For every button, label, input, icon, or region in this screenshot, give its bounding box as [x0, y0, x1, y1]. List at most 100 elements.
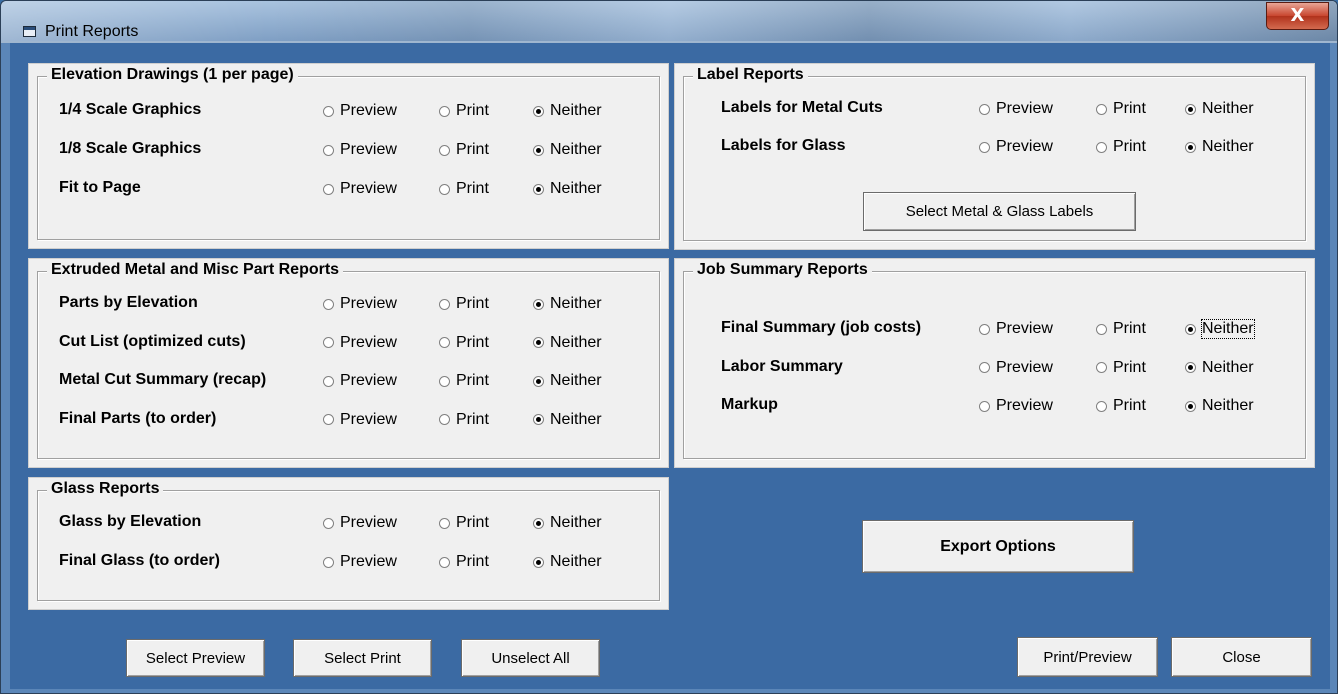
radio-button-icon[interactable]: [533, 144, 544, 156]
select-metal-glass-labels-button[interactable]: Select Metal & Glass Labels: [863, 192, 1136, 231]
radio-button-icon[interactable]: [323, 556, 334, 568]
radio-neither[interactable]: Neither: [1185, 397, 1254, 415]
radio-preview[interactable]: Preview: [979, 359, 1053, 377]
radio-neither[interactable]: Neither: [1185, 138, 1254, 156]
radio-print[interactable]: Print: [439, 553, 489, 571]
radio-print[interactable]: Print: [1096, 138, 1146, 156]
radio-print[interactable]: Print: [1096, 397, 1146, 415]
select-preview-button[interactable]: Select Preview: [126, 639, 265, 677]
radio-neither[interactable]: Neither: [1185, 359, 1254, 377]
radio-button-icon[interactable]: [323, 105, 334, 117]
radio-neither[interactable]: Neither: [533, 411, 602, 429]
print-preview-button[interactable]: Print/Preview: [1017, 637, 1158, 677]
radio-button-icon[interactable]: [1096, 323, 1107, 335]
radio-preview[interactable]: Preview: [979, 320, 1053, 338]
radio-label: Preview: [340, 102, 397, 119]
radio-button-icon[interactable]: [533, 183, 544, 195]
radio-button-icon[interactable]: [323, 375, 334, 387]
radio-neither[interactable]: Neither: [533, 180, 602, 198]
radio-label: Neither: [550, 410, 602, 428]
radio-button-icon[interactable]: [323, 183, 334, 195]
radio-button-icon[interactable]: [533, 337, 544, 348]
radio-button-icon[interactable]: [979, 362, 990, 373]
radio-button-icon[interactable]: [323, 144, 334, 156]
export-options-button[interactable]: Export Options: [862, 520, 1134, 573]
radio-preview[interactable]: Preview: [979, 397, 1053, 415]
radio-print[interactable]: Print: [439, 180, 489, 198]
radio-button-icon[interactable]: [533, 414, 544, 425]
radio-neither[interactable]: Neither: [1185, 100, 1254, 118]
radio-preview[interactable]: Preview: [323, 102, 397, 120]
radio-neither[interactable]: Neither: [533, 102, 602, 120]
radio-neither[interactable]: Neither: [533, 514, 602, 532]
radio-preview[interactable]: Preview: [323, 372, 397, 390]
radio-button-icon[interactable]: [439, 144, 450, 156]
radio-button-icon[interactable]: [439, 517, 450, 529]
close-button[interactable]: Close: [1171, 637, 1312, 677]
radio-neither[interactable]: Neither: [533, 334, 602, 352]
radio-neither[interactable]: Neither: [533, 372, 602, 390]
radio-button-icon[interactable]: [1185, 103, 1196, 115]
radio-button-icon[interactable]: [533, 105, 544, 117]
radio-button-icon[interactable]: [979, 141, 990, 153]
radio-button-icon[interactable]: [533, 298, 544, 310]
radio-button-icon[interactable]: [1096, 141, 1107, 153]
radio-label: Print: [1113, 358, 1146, 376]
radio-print[interactable]: Print: [439, 102, 489, 120]
radio-button-icon[interactable]: [439, 105, 450, 117]
radio-preview[interactable]: Preview: [323, 514, 397, 532]
radio-print[interactable]: Print: [439, 372, 489, 390]
radio-preview[interactable]: Preview: [979, 100, 1053, 118]
radio-neither[interactable]: Neither: [1185, 319, 1255, 339]
report-label: Final Summary (job costs): [721, 319, 922, 336]
close-icon[interactable]: X: [1266, 2, 1329, 30]
radio-button-icon[interactable]: [979, 103, 990, 115]
radio-button-icon[interactable]: [439, 375, 450, 387]
radio-button-icon[interactable]: [1096, 103, 1107, 115]
radio-print[interactable]: Print: [439, 411, 489, 429]
radio-print[interactable]: Print: [439, 295, 489, 313]
radio-button-icon[interactable]: [1185, 323, 1196, 335]
radio-print[interactable]: Print: [439, 514, 489, 532]
radio-print[interactable]: Print: [439, 334, 489, 352]
radio-button-icon[interactable]: [323, 517, 334, 529]
print-reports-window: Print Reports X Elevation Drawings (1 pe…: [0, 0, 1338, 694]
radio-print[interactable]: Print: [1096, 320, 1146, 338]
radio-button-icon[interactable]: [1185, 141, 1196, 153]
radio-neither[interactable]: Neither: [533, 553, 602, 571]
radio-button-icon[interactable]: [439, 414, 450, 425]
radio-print[interactable]: Print: [1096, 100, 1146, 118]
radio-button-icon[interactable]: [1185, 400, 1196, 412]
radio-preview[interactable]: Preview: [323, 553, 397, 571]
radio-preview[interactable]: Preview: [323, 141, 397, 159]
radio-button-icon[interactable]: [439, 337, 450, 348]
radio-preview[interactable]: Preview: [323, 295, 397, 313]
radio-print[interactable]: Print: [439, 141, 489, 159]
radio-button-icon[interactable]: [323, 298, 334, 310]
radio-preview[interactable]: Preview: [323, 180, 397, 198]
radio-button-icon[interactable]: [323, 414, 334, 425]
radio-button-icon[interactable]: [323, 337, 334, 348]
radio-neither[interactable]: Neither: [533, 141, 602, 159]
radio-button-icon[interactable]: [439, 298, 450, 310]
radio-preview[interactable]: Preview: [323, 334, 397, 352]
radio-button-icon[interactable]: [439, 556, 450, 568]
radio-button-icon[interactable]: [979, 323, 990, 335]
radio-button-icon[interactable]: [533, 517, 544, 529]
radio-print[interactable]: Print: [1096, 359, 1146, 377]
radio-button-icon[interactable]: [533, 556, 544, 568]
radio-button-icon[interactable]: [1096, 400, 1107, 412]
title-bar[interactable]: Print Reports X: [1, 1, 1337, 41]
radio-neither[interactable]: Neither: [533, 295, 602, 313]
radio-preview[interactable]: Preview: [979, 138, 1053, 156]
radio-button-icon[interactable]: [439, 183, 450, 195]
unselect-all-button[interactable]: Unselect All: [461, 639, 600, 677]
radio-button-icon[interactable]: [533, 375, 544, 387]
radio-label: Preview: [996, 358, 1053, 376]
report-label: Markup: [721, 396, 778, 413]
radio-button-icon[interactable]: [1096, 362, 1107, 373]
radio-button-icon[interactable]: [979, 400, 990, 412]
radio-button-icon[interactable]: [1185, 362, 1196, 373]
radio-preview[interactable]: Preview: [323, 411, 397, 429]
select-print-button[interactable]: Select Print: [293, 639, 432, 677]
